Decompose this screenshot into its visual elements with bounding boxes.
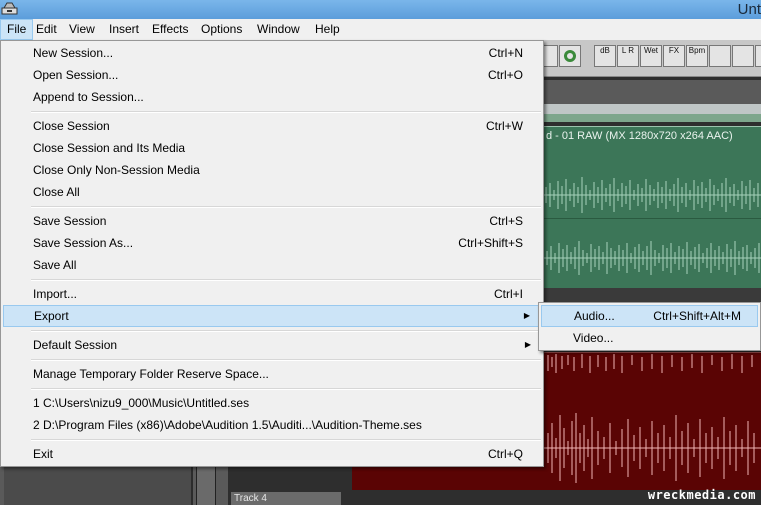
- menu-item-label: Append to Session...: [33, 90, 144, 104]
- clip-waveform-bottom: [544, 241, 761, 275]
- audition-app-icon[interactable]: [1, 1, 18, 17]
- menu-item-exit[interactable]: Exit Ctrl+Q: [3, 443, 541, 465]
- menu-file[interactable]: File: [0, 19, 34, 40]
- export-submenu: Audio... Ctrl+Shift+Alt+M Video...: [538, 302, 761, 351]
- submenu-item-video[interactable]: Video...: [541, 327, 758, 349]
- menu-item-new-session[interactable]: New Session... Ctrl+N: [3, 42, 541, 64]
- menu-view[interactable]: View: [63, 19, 101, 40]
- menu-insert[interactable]: Insert: [103, 19, 145, 40]
- submenu-arrow-icon: ▶: [523, 311, 530, 320]
- menu-item-append-to-session[interactable]: Append to Session...: [3, 86, 541, 108]
- window-title: Unt: [737, 1, 761, 18]
- track-4-label[interactable]: Track 4: [231, 492, 341, 505]
- menu-separator: [31, 279, 541, 281]
- menu-item-label: Close Session and Its Media: [33, 141, 186, 155]
- menu-item-label: 2 D:\Program Files (x86)\Adobe\Audition …: [33, 418, 422, 432]
- menu-separator: [31, 359, 541, 361]
- menu-item-label: Save All: [33, 258, 77, 272]
- lock-icon[interactable]: [755, 45, 761, 67]
- menu-item-shortcut: Ctrl+N: [488, 46, 523, 60]
- menu-item-shortcut: Ctrl+S: [489, 214, 523, 228]
- menu-item-label: Close Session: [33, 119, 110, 133]
- menu-separator: [31, 206, 541, 208]
- menu-item-save-session-as[interactable]: Save Session As... Ctrl+Shift+S: [3, 232, 541, 254]
- menu-effects[interactable]: Effects: [146, 19, 194, 40]
- menu-item-save-all[interactable]: Save All: [3, 254, 541, 276]
- file-menu-dropdown: New Session... Ctrl+N Open Session... Ct…: [0, 40, 544, 467]
- clip-label: d - 01 RAW (MX 1280x720 x264 AAC): [546, 130, 733, 142]
- bpm-label: Bpm: [688, 46, 706, 55]
- wet-label: Wet: [643, 46, 659, 55]
- split-icon[interactable]: [732, 45, 754, 67]
- menu-item-label: Open Session...: [33, 68, 119, 82]
- menu-item-default-session[interactable]: Default Session ▶: [3, 334, 541, 356]
- menu-item-label: Manage Temporary Folder Reserve Space...: [33, 367, 269, 381]
- menu-item-close-session[interactable]: Close Session Ctrl+W: [3, 115, 541, 137]
- video-audio-clip[interactable]: [544, 126, 761, 289]
- menu-item-label: 1 C:\Users\nizu9_000\Music\Untitled.ses: [33, 396, 250, 410]
- menu-item-label: Import...: [33, 287, 78, 301]
- menu-item-label: Export: [34, 309, 69, 323]
- menu-separator: [31, 330, 541, 332]
- bpm-icon[interactable]: Bpm: [686, 45, 708, 67]
- watermark: wreckmedia.com: [647, 488, 756, 502]
- menu-help[interactable]: Help: [309, 19, 346, 40]
- menu-separator: [31, 439, 541, 441]
- menu-item-label: Save Session As...: [33, 236, 134, 250]
- timeline-ruler[interactable]: [544, 80, 761, 105]
- menu-item-label: Default Session: [33, 338, 118, 352]
- fx-envelope-icon[interactable]: FX: [663, 45, 685, 67]
- menu-item-open-session[interactable]: Open Session... Ctrl+O: [3, 64, 541, 86]
- fx-label: FX: [668, 46, 680, 55]
- menu-item-close-all[interactable]: Close All: [3, 181, 541, 203]
- clip-header-bar: [544, 114, 761, 122]
- snap-icon[interactable]: [709, 45, 731, 67]
- menu-bar: File Edit View Insert Effects Options Wi…: [0, 19, 761, 41]
- submenu-item-label: Audio...: [574, 309, 615, 323]
- menu-item-import[interactable]: Import... Ctrl+I: [3, 283, 541, 305]
- db-envelope-icon[interactable]: dB: [594, 45, 616, 67]
- submenu-item-shortcut: Ctrl+Shift+Alt+M: [653, 309, 741, 323]
- db-label: dB: [600, 46, 610, 55]
- submenu-item-label: Video...: [573, 331, 614, 345]
- menu-item-recent-2[interactable]: 2 D:\Program Files (x86)\Adobe\Audition …: [3, 414, 541, 436]
- submenu-arrow-icon: ▶: [524, 340, 531, 349]
- title-bar: Unt: [0, 0, 761, 19]
- menu-item-label: Exit: [33, 447, 54, 461]
- channel-divider: [544, 218, 761, 219]
- menu-separator: [31, 111, 541, 113]
- submenu-item-audio[interactable]: Audio... Ctrl+Shift+Alt+M: [541, 305, 758, 327]
- menu-item-label: Save Session: [33, 214, 107, 228]
- pan-envelope-icon[interactable]: L R: [617, 45, 639, 67]
- clip-waveform-top: [544, 177, 761, 213]
- hand-icon[interactable]: [559, 45, 581, 67]
- selection-bar[interactable]: [544, 104, 761, 114]
- menu-item-shortcut: Ctrl+O: [487, 68, 523, 82]
- menu-item-shortcut: Ctrl+W: [486, 119, 523, 133]
- menu-options[interactable]: Options: [195, 19, 248, 40]
- menu-item-shortcut: Ctrl+Shift+S: [458, 236, 523, 250]
- menu-item-label: Close Only Non-Session Media: [33, 163, 200, 177]
- menu-item-save-session[interactable]: Save Session Ctrl+S: [3, 210, 541, 232]
- wet-envelope-icon[interactable]: Wet: [640, 45, 662, 67]
- menu-item-close-non-session-media[interactable]: Close Only Non-Session Media: [3, 159, 541, 181]
- menu-item-label: New Session...: [33, 46, 114, 60]
- menu-item-shortcut: Ctrl+I: [493, 287, 523, 301]
- menu-item-export[interactable]: Export ▶: [3, 305, 541, 327]
- menu-item-manage-temp-folder[interactable]: Manage Temporary Folder Reserve Space...: [3, 363, 541, 385]
- menu-separator: [31, 388, 541, 390]
- menu-item-recent-1[interactable]: 1 C:\Users\nizu9_000\Music\Untitled.ses: [3, 392, 541, 414]
- menu-item-shortcut: Ctrl+Q: [487, 447, 523, 461]
- menu-item-close-session-and-media[interactable]: Close Session and Its Media: [3, 137, 541, 159]
- menu-edit[interactable]: Edit: [30, 19, 63, 40]
- menu-window[interactable]: Window: [251, 19, 306, 40]
- pan-label: L R: [621, 46, 635, 55]
- menu-item-label: Close All: [33, 185, 80, 199]
